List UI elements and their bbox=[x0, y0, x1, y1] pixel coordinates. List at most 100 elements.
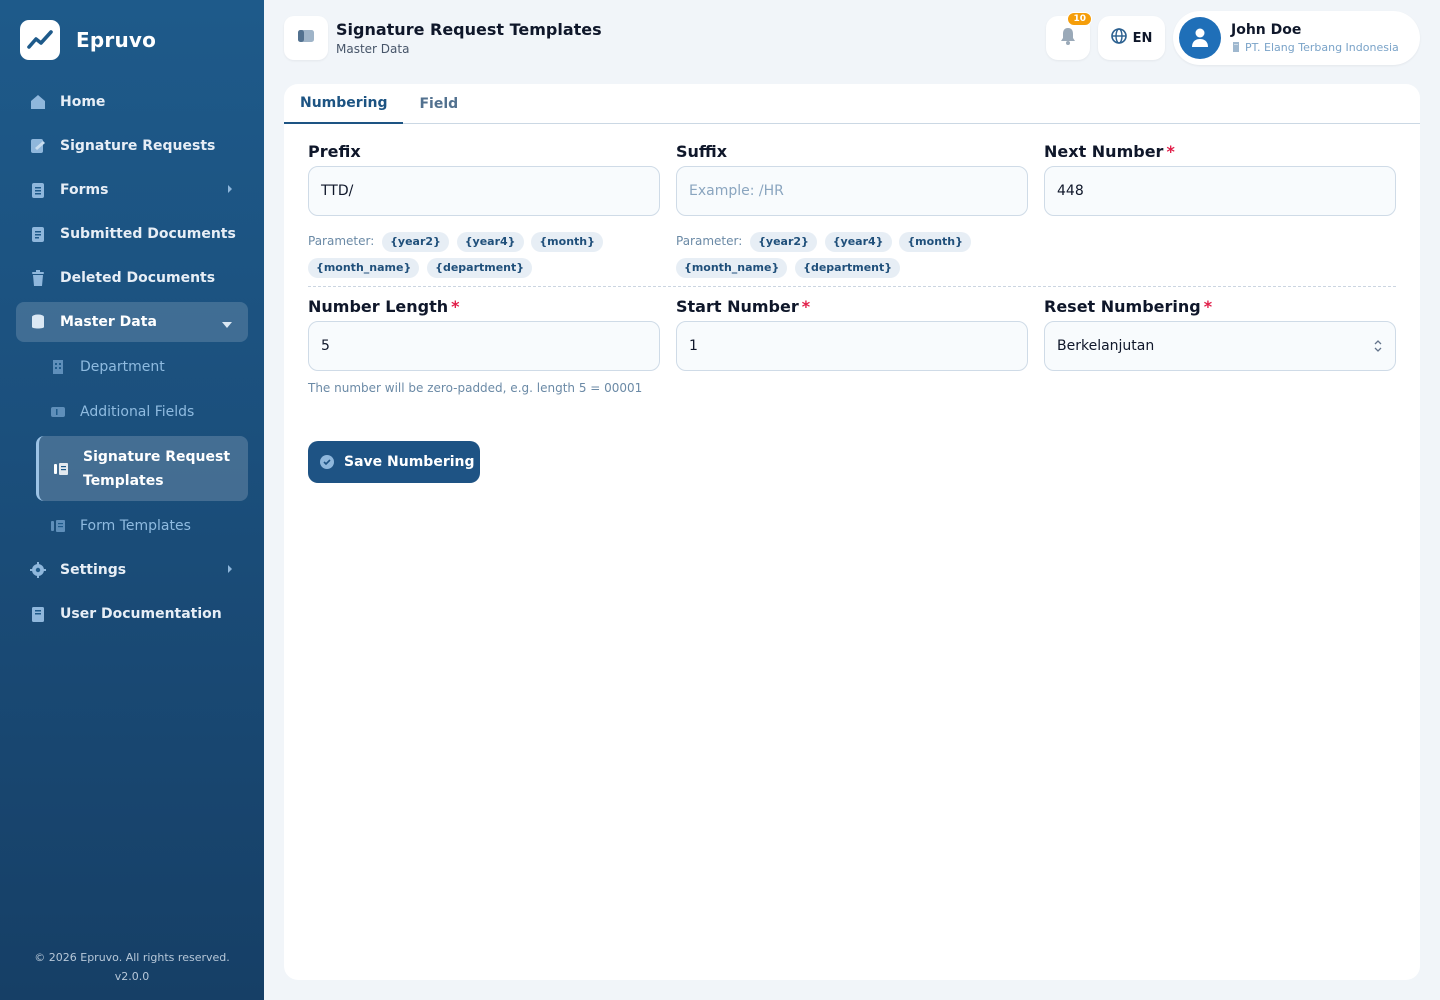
sidebar-subitem-department[interactable]: Department bbox=[16, 346, 248, 387]
logo-icon bbox=[20, 20, 60, 60]
sidebar-subitem-label: Department bbox=[80, 358, 165, 375]
reset-numbering-label-text: Reset Numbering bbox=[1044, 297, 1201, 316]
template-icon bbox=[51, 459, 71, 479]
next-number-label: Next Number * bbox=[1044, 142, 1175, 161]
sidebar-item-label: Home bbox=[60, 94, 106, 110]
sidebar-nav: Home Signature Requests Forms Submitted … bbox=[16, 82, 248, 638]
clipboard-icon bbox=[28, 180, 48, 200]
sidebar-item-master-data[interactable]: Master Data bbox=[16, 302, 248, 342]
sidebar-item-forms[interactable]: Forms bbox=[16, 170, 248, 210]
number-length-field-group: Number Length * 5 The number will be zero… bbox=[308, 297, 660, 395]
page-header: Signature Request Templates Master Data bbox=[284, 16, 602, 60]
numbering-card: Numbering Field Prefix TTD/ Parameter: {… bbox=[284, 84, 1420, 980]
sidebar-item-submitted-documents[interactable]: Submitted Documents bbox=[16, 214, 248, 254]
param-chip-department[interactable]: {department} bbox=[427, 258, 533, 278]
number-length-label: Number Length * bbox=[308, 297, 460, 316]
start-number-input[interactable]: 1 bbox=[676, 321, 1028, 371]
sidebar-item-signature-requests[interactable]: Signature Requests bbox=[16, 126, 248, 166]
parameter-label: Parameter: bbox=[308, 234, 375, 248]
suffix-field-group: Suffix Example: /HR Parameter: {year2} {… bbox=[676, 142, 1028, 278]
gear-icon bbox=[28, 560, 48, 580]
number-length-hint: The number will be zero-padded, e.g. len… bbox=[308, 381, 643, 395]
required-marker: * bbox=[801, 297, 811, 316]
save-numbering-label: Save Numbering bbox=[344, 454, 475, 470]
chevron-right-icon bbox=[226, 562, 234, 580]
number-length-input[interactable]: 5 bbox=[308, 321, 660, 371]
tab-field[interactable]: Field bbox=[403, 84, 474, 124]
notifications-button[interactable]: 10 bbox=[1046, 12, 1092, 60]
prefix-parameters: Parameter: {year2} {year4} {month} {mont… bbox=[308, 228, 660, 280]
section-divider bbox=[308, 286, 1396, 287]
page-title: Signature Request Templates bbox=[336, 20, 602, 39]
required-marker: * bbox=[451, 297, 460, 316]
sidebar-item-deleted-documents[interactable]: Deleted Documents bbox=[16, 258, 248, 298]
globe-icon bbox=[1110, 28, 1133, 48]
notification-badge: 10 bbox=[1067, 12, 1092, 26]
building-icon bbox=[48, 357, 68, 377]
check-circle-icon bbox=[320, 455, 334, 469]
sidebar: Epruvo Home Signature Requests Forms Sub… bbox=[0, 0, 264, 1000]
start-number-label: Start Number * bbox=[676, 297, 810, 316]
reset-numbering-field-group: Reset Numbering * Berkelanjutan bbox=[1044, 297, 1396, 371]
param-chip-department[interactable]: {department} bbox=[795, 258, 901, 278]
brand[interactable]: Epruvo bbox=[20, 20, 156, 60]
param-chip-year2[interactable]: {year2} bbox=[750, 232, 817, 252]
database-icon bbox=[28, 312, 48, 332]
param-chip-year2[interactable]: {year2} bbox=[382, 232, 449, 252]
sidebar-item-settings[interactable]: Settings bbox=[16, 550, 248, 590]
sidebar-item-label: User Documentation bbox=[60, 606, 222, 622]
param-chip-month[interactable]: {month} bbox=[531, 232, 603, 252]
param-chip-year4[interactable]: {year4} bbox=[456, 232, 524, 252]
param-chip-month-name[interactable]: {month_name} bbox=[308, 258, 420, 278]
sidebar-item-label: Settings bbox=[60, 562, 127, 578]
sidebar-subitem-form-templates[interactable]: Form Templates bbox=[16, 505, 248, 546]
save-numbering-button[interactable]: Save Numbering bbox=[308, 441, 480, 483]
chevron-down-icon bbox=[222, 317, 232, 333]
brand-name: Epruvo bbox=[76, 28, 157, 52]
avatar bbox=[1179, 17, 1221, 59]
language-label: EN bbox=[1132, 30, 1153, 46]
sidebar-item-user-documentation[interactable]: User Documentation bbox=[16, 594, 248, 634]
select-arrows-icon bbox=[1373, 339, 1383, 357]
parameter-label: Parameter: bbox=[676, 234, 743, 248]
tab-bar: Numbering Field bbox=[284, 84, 1420, 124]
suffix-input[interactable]: Example: /HR bbox=[676, 166, 1028, 216]
next-number-field-group: Next Number * 448 bbox=[1044, 142, 1396, 216]
user-menu[interactable]: John Doe PT. Elang Terbang Indonesia bbox=[1173, 11, 1420, 65]
sidebar-item-label: Forms bbox=[60, 182, 109, 198]
chevron-right-icon bbox=[226, 182, 234, 200]
param-chip-month[interactable]: {month} bbox=[899, 232, 971, 252]
breadcrumb: Master Data bbox=[336, 42, 410, 56]
next-number-label-text: Next Number bbox=[1044, 142, 1164, 161]
sidebar-item-label: Submitted Documents bbox=[60, 226, 236, 242]
version-text: v2.0.0 bbox=[114, 970, 150, 983]
prefix-input[interactable]: TTD/ bbox=[308, 166, 660, 216]
tab-numbering[interactable]: Numbering bbox=[284, 84, 404, 124]
prefix-field-group: Prefix TTD/ Parameter: {year2} {year4} {… bbox=[308, 142, 660, 278]
user-company-label: PT. Elang Terbang Indonesia bbox=[1245, 41, 1399, 54]
user-company: PT. Elang Terbang Indonesia bbox=[1231, 41, 1399, 55]
next-number-input[interactable]: 448 bbox=[1044, 166, 1396, 216]
sidebar-subitem-signature-request-templates[interactable]: Signature Request Templates bbox=[36, 436, 248, 501]
sidebar-item-home[interactable]: Home bbox=[16, 82, 248, 122]
reset-numbering-select[interactable]: Berkelanjutan bbox=[1044, 321, 1396, 371]
sidebar-item-label: Deleted Documents bbox=[60, 270, 216, 286]
building-icon bbox=[1231, 41, 1245, 55]
template-icon bbox=[48, 516, 68, 536]
reset-numbering-label: Reset Numbering * bbox=[1044, 297, 1212, 316]
param-chip-year4[interactable]: {year4} bbox=[824, 232, 892, 252]
prefix-label: Prefix bbox=[308, 142, 361, 161]
required-marker: * bbox=[1166, 142, 1175, 161]
reset-numbering-value: Berkelanjutan bbox=[1057, 338, 1155, 354]
required-marker: * bbox=[1203, 297, 1213, 316]
sidebar-toggle-button[interactable] bbox=[284, 16, 328, 60]
sidebar-footer: © 2026 Epruvo. All rights reserved. v2.0… bbox=[0, 948, 264, 986]
sidebar-subitem-label: Additional Fields bbox=[80, 403, 195, 420]
param-chip-month-name[interactable]: {month_name} bbox=[676, 258, 788, 278]
document-icon bbox=[28, 224, 48, 244]
language-switcher[interactable]: EN bbox=[1098, 16, 1165, 60]
panel-icon bbox=[297, 28, 315, 48]
sidebar-subitem-label: Form Templates bbox=[80, 517, 191, 534]
sidebar-subitem-additional-fields[interactable]: Additional Fields bbox=[16, 391, 248, 432]
sidebar-item-label: Signature Requests bbox=[60, 138, 216, 154]
